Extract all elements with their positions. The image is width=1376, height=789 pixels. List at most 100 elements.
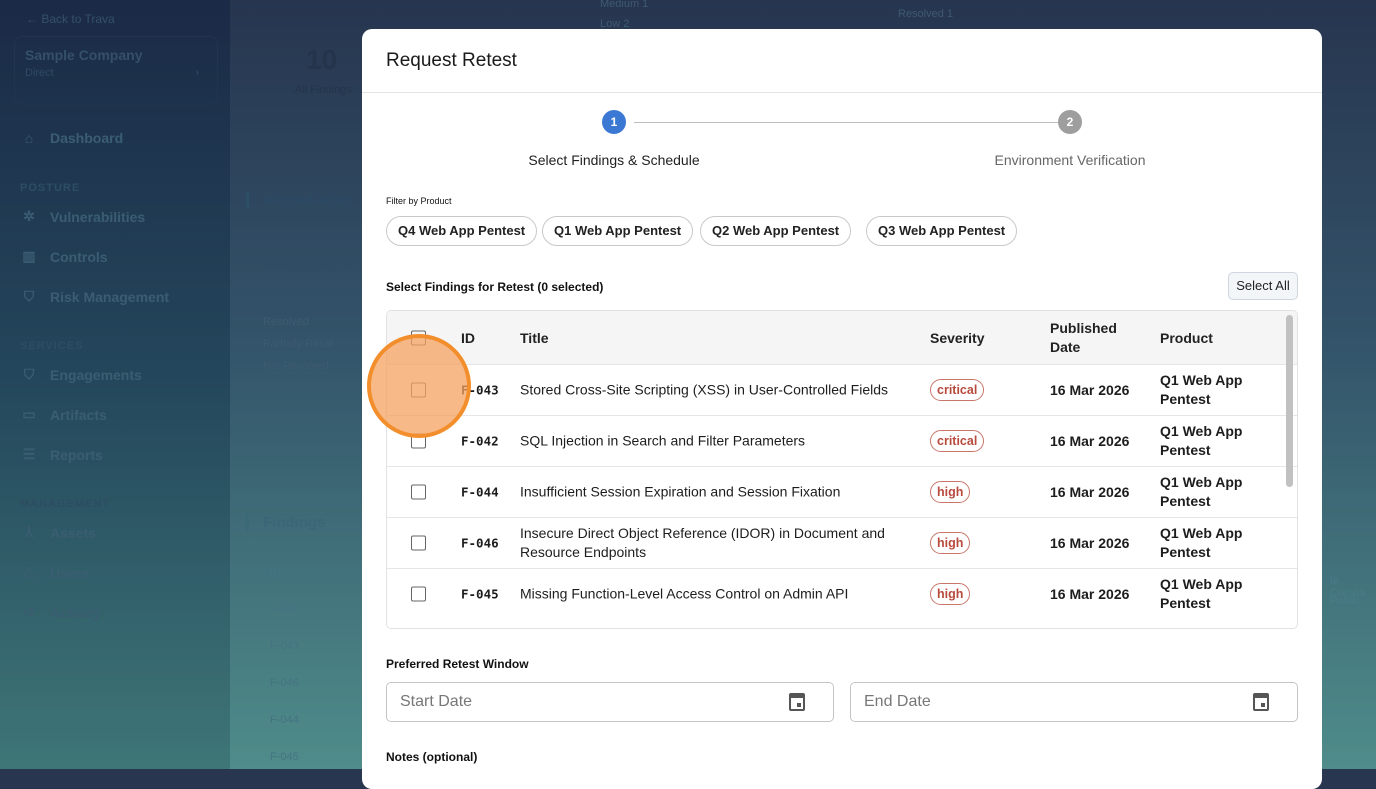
start-date-placeholder: Start Date xyxy=(400,693,473,710)
back-link[interactable]: ← Back to Trava xyxy=(26,12,115,26)
sidebar-item-controls[interactable]: ▥ Controls xyxy=(20,248,107,265)
all-findings-label: All Findings xyxy=(295,84,352,96)
product: Q1 Web App Pentest xyxy=(1160,423,1243,458)
table-scrollbar[interactable] xyxy=(1286,315,1293,487)
notes-label: Notes (optional) xyxy=(386,750,478,764)
step-1-indicator: 1 xyxy=(602,110,626,134)
request-retest-dialog: Request Retest 1 2 Select Findings & Sch… xyxy=(362,29,1322,789)
bg-legend: Partially Resol xyxy=(263,338,334,350)
bg-finding-id: F-043 xyxy=(270,640,299,652)
published-date: 16 Mar 2026 xyxy=(1050,535,1130,551)
filter-chip[interactable]: Q1 Web App Pentest xyxy=(542,216,694,246)
all-findings-count: 10 xyxy=(306,44,338,75)
nav-label: Assets xyxy=(50,524,96,541)
filter-chip[interactable]: Q3 Web App Pentest xyxy=(866,216,1018,246)
step-1-label: Select Findings & Schedule xyxy=(528,152,700,168)
step-2-label: Environment Verification xyxy=(994,152,1146,168)
column-id: ID xyxy=(461,329,475,346)
finding-title: SQL Injection in Search and Filter Param… xyxy=(520,432,806,449)
sidebar-item-vulnerabilities[interactable]: ✲ Vulnerabilities xyxy=(20,208,145,225)
nav-label: Reports xyxy=(50,446,103,463)
bg-finding-id: F-045 xyxy=(270,751,299,763)
row-checkbox[interactable] xyxy=(411,586,426,602)
calendar-icon[interactable] xyxy=(789,693,805,711)
finding-id: F-044 xyxy=(461,484,499,500)
filter-chip[interactable]: Q2 Web App Pentest xyxy=(700,216,852,246)
assets-icon: ⅄ xyxy=(24,524,34,540)
published-date: 16 Mar 2026 xyxy=(1050,586,1130,602)
severity-badge: critical xyxy=(930,379,985,401)
retest-window-label: Preferred Retest Window xyxy=(386,657,529,671)
finding-id: F-042 xyxy=(461,433,499,449)
filter-chip[interactable]: Q4 Web App Pentest xyxy=(386,216,538,246)
stepper-connector xyxy=(634,122,1058,123)
finding-id: F-045 xyxy=(461,586,499,602)
severity-badge: critical xyxy=(930,430,985,452)
severity-badge: high xyxy=(930,481,971,503)
table-row[interactable]: F-044 Insufficient Session Expiration an… xyxy=(387,466,1297,517)
company-type: Direct xyxy=(25,67,54,79)
chart-icon: ▥ xyxy=(22,248,36,264)
published-date: 16 Mar 2026 xyxy=(1050,382,1130,398)
severity-badge: high xyxy=(930,583,971,605)
calendar-icon[interactable] xyxy=(1253,693,1269,711)
sidebar-item-users[interactable]: ♙ Users xyxy=(20,564,89,581)
user-icon: ♙ xyxy=(22,564,36,580)
sidebar-item-risk-management[interactable]: ⛉ Risk Management xyxy=(20,288,169,305)
table-header: ID Title Severity Published Date Product xyxy=(387,311,1297,364)
sidebar-item-assets[interactable]: ⅄ Assets xyxy=(20,524,96,541)
nav-label: Users xyxy=(50,564,89,581)
filter-label: Filter by Product xyxy=(386,196,452,206)
start-date-input[interactable]: Start Date xyxy=(386,682,834,722)
bg-finding-id: F-046 xyxy=(270,677,299,689)
select-all-button[interactable]: Select All xyxy=(1228,272,1298,300)
end-date-input[interactable]: End Date xyxy=(850,682,1298,722)
column-title: Title xyxy=(520,329,549,346)
sidebar-item-engagements[interactable]: ⛉ Engagements xyxy=(20,366,142,383)
product: Q1 Web App Pentest xyxy=(1160,525,1243,560)
table-row[interactable]: F-045 Missing Function-Level Access Cont… xyxy=(387,568,1297,619)
dialog-title: Request Retest xyxy=(362,29,1322,93)
sidebar-item-activity[interactable]: ↺ Activity xyxy=(20,604,101,621)
bg-progress-title: Remediation Pr xyxy=(263,258,359,273)
back-label: Back to Trava xyxy=(41,12,115,26)
home-icon: ⌂ xyxy=(24,130,34,146)
published-date: 16 Mar 2026 xyxy=(1050,433,1130,449)
select-findings-label: Select Findings for Retest (0 selected) xyxy=(386,280,604,294)
nav-section: SERVICES xyxy=(20,340,84,352)
company-switcher[interactable]: Sample Company Direct › xyxy=(14,36,218,106)
table-row[interactable]: F-043 Stored Cross-Site Scripting (XSS) … xyxy=(387,364,1297,415)
finding-title: Missing Function-Level Access Control on… xyxy=(520,585,849,602)
row-checkbox[interactable] xyxy=(411,535,426,551)
findings-table: ID Title Severity Published Date Product… xyxy=(386,310,1298,629)
sidebar-item-reports[interactable]: ☰ Reports xyxy=(20,446,103,463)
shield-alert-icon: ⛉ xyxy=(23,288,35,304)
column-published-date: Published Date xyxy=(1050,319,1117,355)
company-name: Sample Company xyxy=(25,47,143,63)
table-row[interactable]: F-042 SQL Injection in Search and Filter… xyxy=(387,415,1297,466)
nav-section: MANAGEMENT xyxy=(20,498,111,510)
bg-legend: Resolved xyxy=(263,316,309,328)
table-row[interactable]: F-046 Insecure Direct Object Reference (… xyxy=(387,517,1297,568)
nav-label: Engagements xyxy=(50,366,142,383)
bg-id-header: ID xyxy=(270,568,281,580)
product: Q1 Web App Pentest xyxy=(1160,576,1243,611)
sidebar-item-dashboard[interactable]: ⌂ Dashboard xyxy=(20,130,123,146)
finding-id: F-046 xyxy=(461,535,499,551)
published-date: 16 Mar 2026 xyxy=(1050,484,1130,500)
bg-remediation-title: Remediation xyxy=(246,192,353,209)
row-checkbox[interactable] xyxy=(411,484,426,500)
nav-label: Artifacts xyxy=(50,406,107,423)
end-date-placeholder: End Date xyxy=(864,693,931,710)
sidebar-item-artifacts[interactable]: ▭ Artifacts xyxy=(20,406,107,423)
nav-label: Dashboard xyxy=(50,130,124,146)
step-2-indicator: 2 xyxy=(1058,110,1082,134)
folder-icon: ▭ xyxy=(22,406,36,422)
finding-title: Stored Cross-Site Scripting (XSS) in Use… xyxy=(520,381,889,398)
bug-icon: ✲ xyxy=(23,208,35,224)
report-icon: ☰ xyxy=(22,446,36,462)
column-severity: Severity xyxy=(930,329,985,346)
nav-label: Activity xyxy=(50,604,101,621)
history-icon: ↺ xyxy=(23,604,35,620)
chevron-right-icon: › xyxy=(195,67,199,79)
